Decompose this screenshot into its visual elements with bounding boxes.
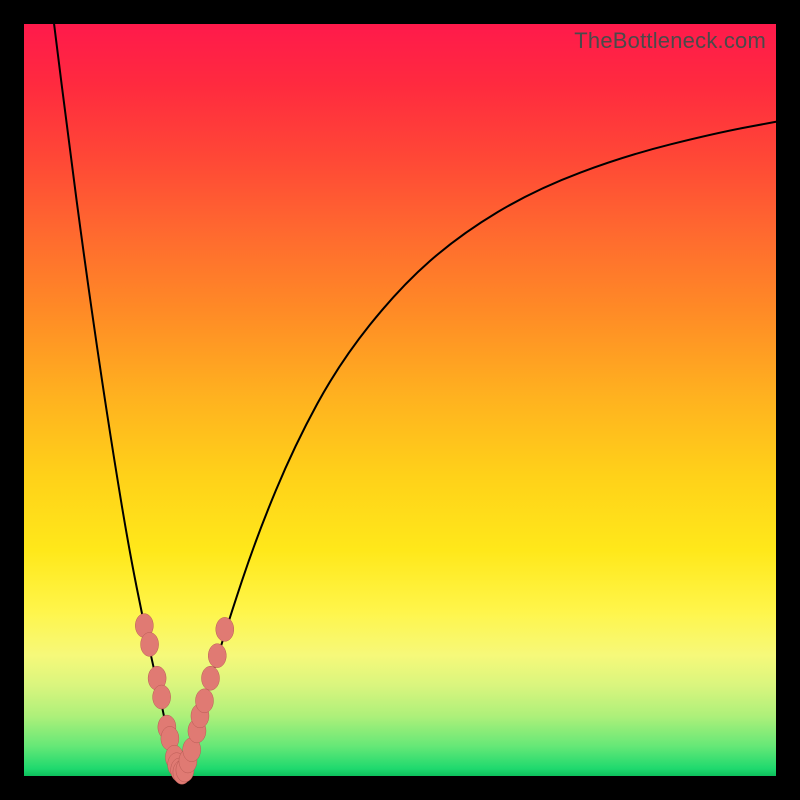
bead-marker	[216, 617, 234, 641]
chart-frame: TheBottleneck.com	[0, 0, 800, 800]
bead-marker	[153, 685, 171, 709]
curve-layer	[24, 24, 776, 776]
plot-area: TheBottleneck.com	[24, 24, 776, 776]
left-curve	[54, 24, 182, 772]
bead-marker	[195, 689, 213, 713]
bead-marker	[208, 644, 226, 668]
bead-cluster	[135, 614, 233, 785]
right-curve	[182, 122, 776, 772]
bead-marker	[141, 632, 159, 656]
bead-marker	[201, 666, 219, 690]
